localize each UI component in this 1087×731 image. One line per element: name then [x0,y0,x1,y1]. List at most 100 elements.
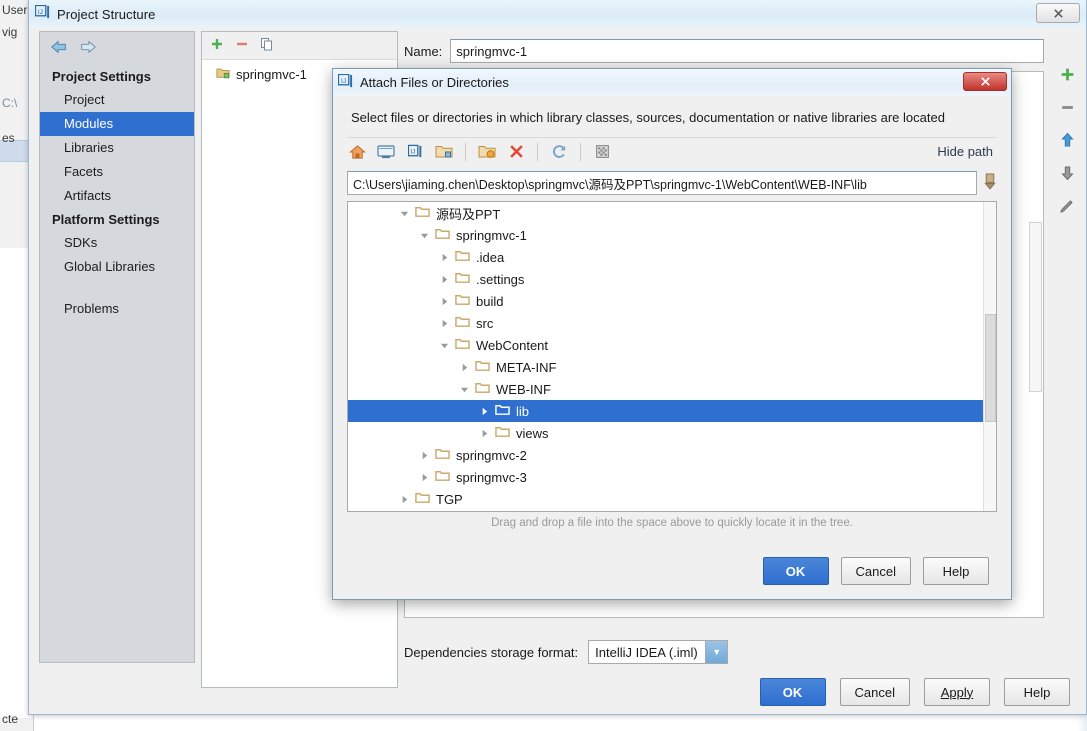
tree-row[interactable]: springmvc-2 [348,444,996,466]
module-name-input[interactable]: springmvc-1 [450,39,1044,63]
add-dependency-button[interactable] [1057,64,1077,84]
folder-icon [455,315,470,331]
ps-help-button[interactable]: Help [1004,678,1070,706]
chevron-down-icon[interactable] [458,383,471,396]
close-icon [1053,8,1063,18]
folder-icon [475,359,490,375]
sidebar-item-facets[interactable]: Facets [40,160,194,184]
attach-ok-button[interactable]: OK [762,557,829,585]
tree-row-label: .idea [476,249,505,265]
sidebar-item-artifacts[interactable]: Artifacts [40,184,194,208]
chevron-down-icon[interactable] [438,339,451,352]
chevron-down-icon[interactable] [418,229,431,242]
forward-arrow-icon[interactable] [79,39,97,55]
tree-scrollbar-thumb[interactable] [985,314,996,422]
desktop-icon[interactable] [376,142,396,162]
sidebar-item-project[interactable]: Project [40,88,194,112]
folder-icon [455,249,470,265]
chevron-right-icon[interactable] [398,493,411,506]
module-folder-icon[interactable] [434,142,454,162]
chevron-right-icon[interactable] [478,405,491,418]
tree-row[interactable]: 源码及PPT [348,202,996,224]
move-up-button[interactable] [1057,130,1077,150]
tree-row[interactable]: WebContent [348,334,996,356]
attach-dialog-close-button[interactable] [963,72,1007,91]
ps-apply-button[interactable]: Apply [924,678,990,706]
tree-row[interactable]: views [348,422,996,444]
remove-dependency-button[interactable] [1057,97,1077,117]
folder-icon [475,381,490,397]
tree-row[interactable]: .settings [348,268,996,290]
project-structure-titlebar: IJ Project Structure [29,0,1086,28]
sidebar-item-libraries[interactable]: Libraries [40,136,194,160]
tree-row-label: .settings [476,271,525,287]
modules-toolbar [202,32,397,60]
sidebar-item-modules[interactable]: Modules [40,112,194,136]
attach-files-dialog: IJ Attach Files or Directories Select fi… [332,68,1012,600]
folder-icon [435,227,450,243]
ps-ok-button[interactable]: OK [759,678,826,706]
home-icon[interactable] [347,142,367,162]
chevron-right-icon[interactable] [458,361,471,374]
close-icon [980,77,990,86]
tree-row[interactable]: TGP [348,488,996,510]
toolbar-separator [580,142,581,161]
paste-path-icon[interactable] [983,173,997,193]
background-text-fragment: C:\ [2,96,18,110]
ps-cancel-button[interactable]: Cancel [839,678,910,706]
path-input[interactable]: C:\Users\jiaming.chen\Desktop\springmvc\… [347,171,977,195]
tree-row-label: build [476,293,504,309]
tree-row[interactable]: springmvc-3 [348,466,996,488]
remove-module-button[interactable] [235,37,249,54]
tree-row[interactable]: Documents [348,510,996,511]
chevron-right-icon[interactable] [438,317,451,330]
svg-text:IJ: IJ [341,77,346,84]
show-hidden-icon[interactable] [592,142,612,162]
tree-row[interactable]: WEB-INF [348,378,996,400]
tree-row[interactable]: META-INF [348,356,996,378]
sidebar-item-problems[interactable]: Problems [40,297,194,321]
tree-scrollbar[interactable] [983,202,996,511]
back-arrow-icon[interactable] [50,39,68,55]
tree-row[interactable]: lib [348,400,996,422]
attach-dialog-titlebar: IJ Attach Files or Directories [333,69,1011,96]
folder-icon [415,205,430,221]
tree-row[interactable]: build [348,290,996,312]
copy-module-button[interactable] [260,37,274,55]
sidebar-item-sdks[interactable]: SDKs [40,231,194,255]
attach-dialog-toolbar: IJ Hide path [347,137,997,165]
chevron-right-icon[interactable] [438,295,451,308]
svg-text:IJ: IJ [38,9,43,16]
toolbar-separator [537,142,538,161]
module-name-row: Name: springmvc-1 [404,31,1044,63]
attach-help-button[interactable]: Help [923,557,989,585]
dependency-scrollbar[interactable] [1029,222,1042,392]
project-icon[interactable]: IJ [405,142,425,162]
attach-cancel-button[interactable]: Cancel [840,557,911,585]
move-down-button[interactable] [1057,163,1077,183]
folder-icon [455,337,470,353]
chevron-right-icon[interactable] [438,273,451,286]
chevron-right-icon[interactable] [418,471,431,484]
tree-row-label: TGP [436,491,463,507]
tree-row[interactable]: springmvc-1 [348,224,996,246]
new-folder-icon[interactable] [477,142,497,162]
delete-icon[interactable] [506,142,526,162]
dependencies-storage-combo[interactable]: IntelliJ IDEA (.iml) ▼ [588,640,729,664]
tree-row[interactable]: .idea [348,246,996,268]
chevron-right-icon[interactable] [418,449,431,462]
chevron-down-icon[interactable] [398,207,411,220]
window-close-button[interactable] [1036,3,1080,23]
edit-button[interactable] [1057,196,1077,216]
chevron-right-icon[interactable] [438,251,451,264]
tree-row-label: springmvc-3 [456,469,527,485]
chevron-right-icon[interactable] [478,427,491,440]
hide-path-link[interactable]: Hide path [937,144,993,159]
tree-row-label: springmvc-1 [456,227,527,243]
directory-tree[interactable]: 源码及PPT springmvc-1 .idea .settings build src W… [347,201,997,512]
add-module-button[interactable] [210,37,224,54]
directory-tree-rows: 源码及PPT springmvc-1 .idea .settings build src W… [348,202,996,511]
refresh-icon[interactable] [549,142,569,162]
tree-row[interactable]: src [348,312,996,334]
sidebar-item-global-libraries[interactable]: Global Libraries [40,255,194,279]
